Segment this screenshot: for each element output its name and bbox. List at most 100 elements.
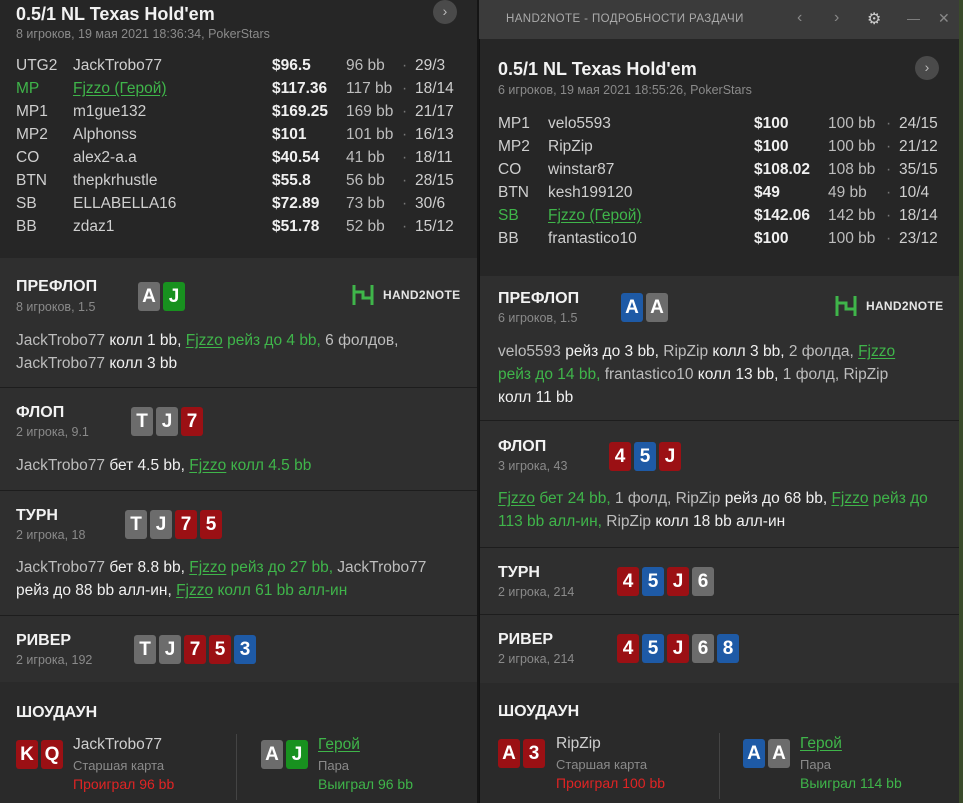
player-position: MP1 <box>16 103 48 120</box>
hero-name[interactable]: Fjzzo <box>186 332 223 349</box>
action-text: колл 18 bb алл-ин <box>651 513 786 530</box>
player-row[interactable]: MP2 RipZip $100 100 bb · 21/12 <box>480 138 963 161</box>
player-row[interactable]: SB ELLABELLA16 $72.89 73 bb · 30/6 <box>0 195 477 218</box>
street-subtitle: 2 игрока, 9.1 <box>16 425 89 439</box>
board-cards: TJ753 <box>134 635 256 664</box>
winner-result: Выиграл 96 bb <box>318 776 413 792</box>
player-name: zdaz1 <box>73 218 115 235</box>
player-row[interactable]: MP1 velo5593 $100 100 bb · 24/15 <box>480 115 963 138</box>
hero-name[interactable]: Fjzzo <box>189 457 226 474</box>
hero-action: колл 4.5 bb <box>226 457 312 474</box>
playing-card: J <box>667 567 689 596</box>
street-title: ПРЕФЛОП <box>498 290 580 307</box>
player-stack-bb: 52 bb <box>346 218 385 235</box>
fold-text: 6 фолдов, <box>320 332 399 349</box>
player-row[interactable]: CO alex2-a.a $40.54 41 bb · 18/11 <box>0 149 477 172</box>
player-row[interactable]: BTN thepkrhustle $55.8 56 bb · 28/15 <box>0 172 477 195</box>
hero-name[interactable]: Fjzzo <box>498 490 535 507</box>
player-row[interactable]: MP Fjzzo (Герой) $117.36 117 bb · 18/14 <box>0 80 477 103</box>
hero-name[interactable]: Fjzzo <box>176 582 213 599</box>
player-stack-bb: 100 bb <box>828 230 876 247</box>
board-cards: 45J68 <box>617 634 739 663</box>
playing-card: J <box>156 407 178 436</box>
minimize-icon[interactable]: — <box>907 11 920 26</box>
player-row[interactable]: BTN kesh199120 $49 49 bb · 10/4 <box>480 184 963 207</box>
playing-card: J <box>667 634 689 663</box>
player-position: MP2 <box>498 138 530 155</box>
player-stack: $108.02 <box>754 161 811 178</box>
hero-name[interactable]: Fjzzo <box>831 490 868 507</box>
hole-cards: AA <box>621 293 668 322</box>
prev-hand-icon[interactable]: ‹ <box>797 9 802 27</box>
player-row[interactable]: BB zdaz1 $51.78 52 bb · 15/12 <box>0 218 477 241</box>
player-stack: $142.06 <box>754 207 811 224</box>
winner-cards: AJ <box>261 740 308 769</box>
hand-title: 0.5/1 NL Texas Hold'em <box>498 59 697 79</box>
showdown-divider <box>719 733 720 799</box>
action-text: колл 3 bb, <box>708 343 789 360</box>
player-name: thepkrhustle <box>73 172 158 189</box>
playing-card: 4 <box>617 567 639 596</box>
player-vpip-pfr: 18/11 <box>415 149 453 166</box>
player-name: JackTrobo77 <box>73 57 163 74</box>
next-hand-icon[interactable]: › <box>834 9 839 27</box>
hero-name[interactable]: Fjzzo <box>189 559 226 576</box>
gear-icon[interactable]: ⚙ <box>867 9 881 29</box>
winner-hand: Пара <box>800 757 832 772</box>
street-subtitle: 3 игрока, 43 <box>498 459 568 473</box>
fold-text: 1 фолд, <box>614 490 676 507</box>
playing-card: 8 <box>717 634 739 663</box>
winner-name[interactable]: Герой <box>800 735 842 753</box>
player-name: m1gue132 <box>73 103 147 120</box>
flop-section: ФЛОП 3 игрока, 43 45J Fjzzo бет 24 bb, 1… <box>480 421 963 547</box>
player-position: BB <box>16 218 37 235</box>
playing-card: A <box>621 293 643 322</box>
player-stack-bb: 100 bb <box>828 138 876 155</box>
player-stack: $117.36 <box>272 80 328 97</box>
playing-card: K <box>16 740 38 769</box>
playing-card: 4 <box>617 634 639 663</box>
playing-card: A <box>768 739 790 768</box>
player-position: CO <box>498 161 522 178</box>
action-text: бет 4.5 bb, <box>105 457 190 474</box>
separator-dot: · <box>886 230 892 247</box>
close-icon[interactable]: ✕ <box>938 10 950 27</box>
street-title: ФЛОП <box>16 404 65 421</box>
preflop-section: ПРЕФЛОП 6 игроков, 1.5 AA HAND2NOTE velo… <box>480 276 963 420</box>
hand-title: 0.5/1 NL Texas Hold'em <box>16 4 215 24</box>
chevron-right-icon[interactable]: › <box>433 0 457 24</box>
player-row[interactable]: UTG2 JackTrobo77 $96.5 96 bb · 29/3 <box>0 57 477 80</box>
player-stack: $51.78 <box>272 218 320 235</box>
playing-card: 7 <box>181 407 203 436</box>
player-row[interactable]: CO winstar87 $108.02 108 bb · 35/15 <box>480 161 963 184</box>
street-subtitle: 2 игрока, 214 <box>498 652 575 666</box>
chevron-right-icon[interactable]: › <box>915 56 939 80</box>
hero-name[interactable]: Fjzzo <box>858 343 895 360</box>
window-titlebar[interactable]: HAND2NOTE - ПОДРОБНОСТИ РАЗДАЧИ ‹ › ⚙ — … <box>479 0 963 39</box>
separator-dot: · <box>886 207 892 224</box>
player-row[interactable]: BB frantastico10 $100 100 bb · 23/12 <box>480 230 963 253</box>
player-position: MP <box>16 80 40 97</box>
player-stack-bb: 142 bb <box>828 207 876 224</box>
player-row[interactable]: MP1 m1gue132 $169.25 169 bb · 21/17 <box>0 103 477 126</box>
player-row[interactable]: SB Fjzzo (Герой) $142.06 142 bb · 18/14 <box>480 207 963 230</box>
separator-dot: · <box>402 80 408 97</box>
loser-cards: KQ <box>16 740 63 769</box>
winner-name[interactable]: Герой <box>318 736 360 754</box>
separator-dot: · <box>402 172 408 189</box>
player-position: SB <box>16 195 37 212</box>
player-vpip-pfr: 18/14 <box>415 80 454 97</box>
playing-card: 3 <box>234 635 256 664</box>
street-title: ТУРН <box>498 564 540 581</box>
winner-result: Выиграл 114 bb <box>800 775 902 791</box>
player-name: Fjzzo (Герой) <box>548 207 642 224</box>
player-name: velo5593 <box>548 115 611 132</box>
logo-text: HAND2NOTE <box>383 288 461 302</box>
separator-dot: · <box>886 161 892 178</box>
player-row[interactable]: MP2 Alphonss $101 101 bb · 16/13 <box>0 126 477 149</box>
separator-dot: · <box>886 115 892 132</box>
loser-result: Проиграл 100 bb <box>556 775 666 791</box>
loser-hand: Старшая карта <box>556 757 648 772</box>
action-text: рейз до 88 bb алл-ин, <box>16 582 177 599</box>
player-vpip-pfr: 18/14 <box>899 207 938 224</box>
